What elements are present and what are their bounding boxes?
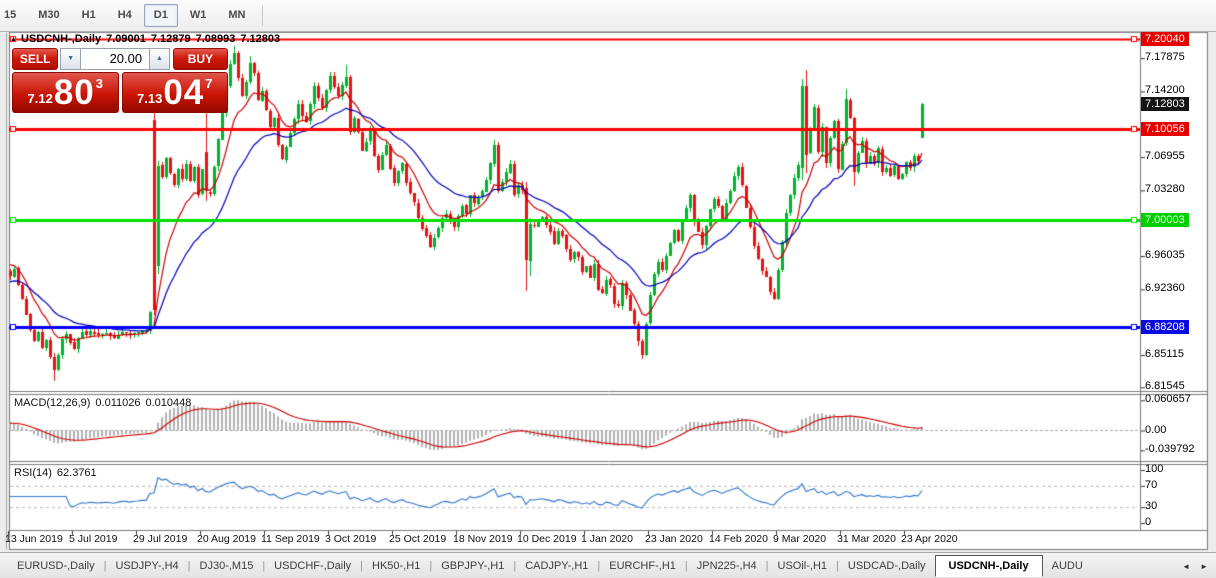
date-tick-label: 10 Dec 2019 [517,533,577,545]
one-click-trading-panel: SELL ▼ 20.00 ▲ BUY 7.12 80 3 7.13 04 7 [12,48,229,113]
date-tick-label: 25 Oct 2019 [389,533,447,545]
chart-ohlc-title: USDCNH-,Daily 7.09001 7.12879 7.08993 7.1280… [21,33,285,45]
sell-button[interactable]: SELL [12,48,59,71]
buy-price-pip: 7 [205,76,213,91]
tab-audu[interactable]: AUDU [1043,556,1092,576]
arrow-down-icon: ▼ [67,55,75,62]
sell-button-label: SELL [17,49,53,71]
date-tick-label: 14 Feb 2020 [709,533,768,545]
date-tick-label: 29 Jul 2019 [133,533,188,545]
timeframe-15[interactable]: 15 [1,4,26,27]
mt4-window: 15 M30 H1 H4 D1 W1 MN ▲ USDCNH-,Daily 7.09001 7.… [0,0,1216,578]
tab-cadjpy-h1[interactable]: CADJPY-,H1 [516,556,597,576]
volume-increase-button[interactable]: ▲ [150,48,170,70]
price-tick-label: 7.03280 [1145,183,1185,196]
timeframe-m30[interactable]: M30 [28,4,69,27]
date-tick-label: 31 Mar 2020 [837,533,896,545]
tab-usdchf-daily[interactable]: USDCHF-,Daily [265,556,360,576]
price-marker-badge: 7.10056 [1141,121,1189,136]
title-low: 7.08993 [195,33,236,45]
volume-input[interactable]: 20.00 [80,48,151,70]
price-tick-label: 6.81545 [1145,380,1185,393]
price-marker-badge: 7.20040 [1141,31,1189,46]
price-tick-label: 7.14200 [1145,84,1185,97]
sell-price-prefix: 7.12 [27,91,53,106]
date-tick-label: 1 Jan 2020 [581,533,633,545]
price-tick-label: 7.06955 [1145,150,1185,163]
buy-price-box[interactable]: 7.13 04 7 [121,72,228,113]
macd-tick-label: -0.039792 [1145,443,1195,456]
toolbar-separator [262,5,264,26]
date-tick-label: 23 Jan 2020 [645,533,703,545]
tab-usoil-h1[interactable]: USOil-,H1 [769,556,837,576]
tab-usdcad-daily[interactable]: USDCAD-,Daily [839,556,935,576]
sell-price-digits: 80 [53,73,95,112]
price-tick-label: 6.92360 [1145,282,1185,295]
tabs-scroll-right-icon[interactable]: ► [1200,562,1208,571]
tab-usdjpy-h4[interactable]: USDJPY-,H4 [106,556,187,576]
date-tick-label: 18 Nov 2019 [453,533,513,545]
macd-value-signal: 0.010448 [145,397,192,409]
tab-jpn225-h4[interactable]: JPN225-,H4 [688,556,766,576]
macd-indicator-label: MACD(12,26,9) 0.011026 0.010448 [14,397,196,409]
timeframe-mn[interactable]: MN [218,4,255,27]
tab-eurchf-h1[interactable]: EURCHF-,H1 [600,556,685,576]
title-high: 7.12879 [150,33,191,45]
sell-price-pip: 3 [95,76,103,91]
sell-price-box[interactable]: 7.12 80 3 [12,72,119,113]
date-tick-label: 5 Jul 2019 [69,533,118,545]
title-open: 7.09001 [106,33,146,45]
macd-name: MACD(12,26,9) [14,397,91,409]
price-tick-label: 6.85115 [1145,347,1184,360]
symbol-tab-bar: EURUSD-,Daily | USDJPY-,H4 | DJ30-,M15 | USDCH… [0,552,1216,578]
trade-panel-collapse-icon[interactable]: ▲ [10,36,17,43]
macd-tick-label: 0.00 [1145,423,1167,436]
date-tick-label: 23 Apr 2020 [901,533,958,545]
rsi-name: RSI(14) [14,467,52,479]
buy-button-label: BUY [185,49,216,71]
tab-eurusd-daily[interactable]: EURUSD-,Daily [8,556,104,576]
timeframe-h4[interactable]: H4 [108,4,142,27]
timeframe-toolbar: 15 M30 H1 H4 D1 W1 MN [0,0,1216,32]
buy-price-prefix: 7.13 [137,91,163,106]
tab-scroll-arrows: ◄ ► [1182,562,1208,571]
rsi-tick-label: 100 [1145,463,1164,475]
rsi-indicator-label: RSI(14) 62.3761 [14,467,102,479]
tab-dj30-m15[interactable]: DJ30-,M15 [191,556,263,576]
tabs-scroll-left-icon[interactable]: ◄ [1182,562,1190,571]
buy-price-digits: 04 [163,73,205,112]
price-marker-badge: 7.12803 [1141,97,1189,112]
timeframe-h1[interactable]: H1 [72,4,106,27]
price-tick-label: 6.96035 [1145,249,1185,262]
title-symbol: USDCNH-,Daily [21,33,102,45]
date-tick-label: 20 Aug 2019 [197,533,256,545]
buy-button[interactable]: BUY [172,48,229,71]
timeframe-d1[interactable]: D1 [143,4,178,27]
rsi-tick-label: 30 [1145,500,1158,513]
rsi-tick-label: 70 [1145,478,1158,491]
date-tick-label: 11 Sep 2019 [261,533,320,545]
title-close: 7.12803 [240,33,281,45]
price-marker-badge: 6.88208 [1141,319,1189,334]
rsi-tick-label: 0 [1145,516,1152,528]
volume-decrease-button[interactable]: ▼ [60,48,81,70]
timeframe-w1[interactable]: W1 [180,4,217,27]
date-tick-label: 9 Mar 2020 [773,533,827,545]
arrow-up-icon: ▲ [156,55,163,62]
macd-value-main: 0.011026 [95,397,141,409]
rsi-value: 62.3761 [56,467,97,479]
macd-tick-label: 0.060657 [1145,393,1191,406]
tab-hk50-h1[interactable]: HK50-,H1 [363,556,429,576]
date-tick-label: 3 Oct 2019 [325,533,377,545]
price-tick-label: 7.17875 [1145,51,1185,64]
date-tick-label: 13 Jun 2019 [5,533,63,545]
tab-gbpjpy-h1[interactable]: GBPJPY-,H1 [432,556,513,576]
price-marker-badge: 7.00003 [1141,213,1189,228]
tab-usdcnh-daily[interactable]: USDCNH-,Daily [934,555,1043,577]
